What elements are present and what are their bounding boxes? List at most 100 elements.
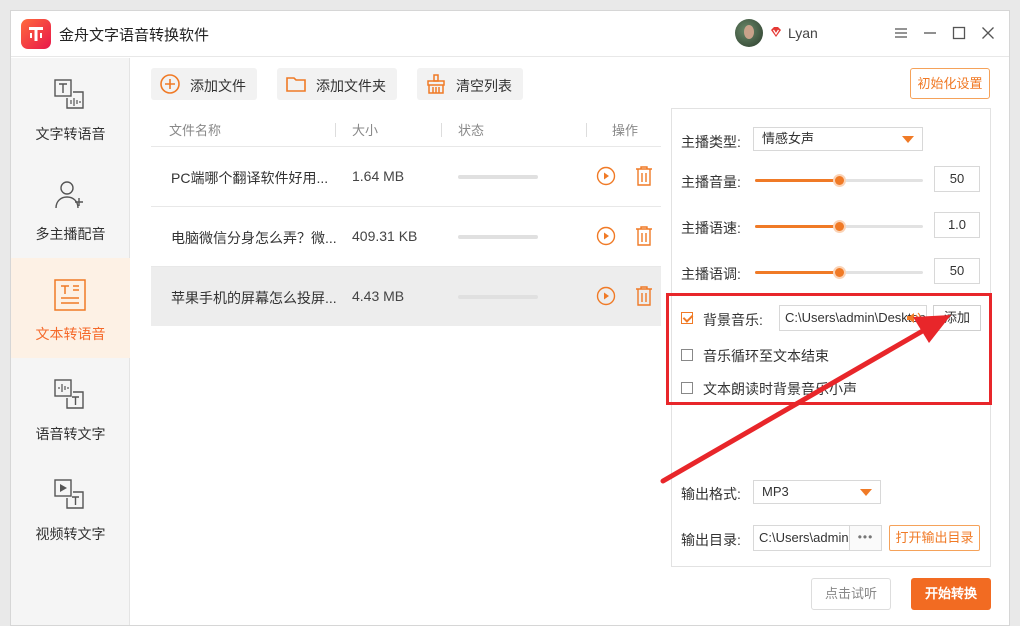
slider-handle[interactable]: [835, 222, 844, 231]
format-select[interactable]: MP3: [753, 480, 881, 504]
format-value: MP3: [762, 484, 789, 499]
minimize-icon[interactable]: [916, 19, 944, 47]
speed-value[interactable]: 1.0: [934, 212, 980, 238]
plus-circle-icon: [160, 74, 180, 94]
trash-icon[interactable]: [634, 165, 654, 187]
output-dir-value: C:\Users\admin: [759, 530, 849, 545]
bgm-checkbox[interactable]: [681, 312, 693, 324]
duck-label: 文本朗读时背景音乐小声: [703, 381, 857, 397]
title-bar: 金舟文字语音转换软件 Lyan: [11, 11, 1009, 57]
anchor-type-select[interactable]: 情感女声: [753, 127, 923, 151]
trash-icon[interactable]: [634, 225, 654, 247]
sidebar-item-document-to-speech[interactable]: 文本转语音: [11, 258, 130, 358]
output-dir-field[interactable]: C:\Users\admin: [753, 525, 850, 551]
app-logo-icon: [21, 19, 51, 49]
loop-label: 音乐循环至文本结束: [703, 348, 829, 364]
bgm-label: 背景音乐:: [703, 312, 763, 328]
sidebar: 文字转语音 多主播配音 文本转语音 语音转文字 视频转文字: [11, 58, 130, 625]
table-row[interactable]: 苹果手机的屏幕怎么投屏... 4.43 MB: [151, 266, 661, 326]
add-file-button[interactable]: 添加文件: [151, 68, 257, 100]
format-label: 输出格式:: [681, 486, 741, 502]
conversion-progress: [458, 175, 538, 179]
header-actions: 操作: [612, 123, 639, 138]
header-divider: [441, 123, 442, 137]
pitch-label: 主播语调:: [681, 266, 741, 282]
clear-list-label: 清空列表: [456, 78, 512, 94]
chevron-down-icon: [860, 489, 872, 496]
table-header: 文件名称 大小 状态 操作: [151, 113, 661, 143]
slider-handle[interactable]: [835, 268, 844, 277]
folder-icon: [286, 77, 306, 92]
speaker-icon[interactable]: [906, 311, 922, 325]
bgm-add-button[interactable]: 添加: [933, 305, 981, 331]
broom-icon: [427, 74, 445, 94]
slider-fill: [755, 179, 839, 182]
sidebar-item-label: 文字转语音: [35, 126, 106, 142]
anchor-type-value: 情感女声: [762, 131, 815, 146]
conversion-progress: [458, 235, 538, 239]
browse-dir-button[interactable]: •••: [850, 525, 882, 551]
add-file-label: 添加文件: [190, 78, 246, 94]
reset-settings-button[interactable]: 初始化设置: [910, 68, 990, 99]
document-to-speech-icon: [54, 279, 86, 311]
play-icon[interactable]: [596, 286, 616, 306]
sidebar-item-label: 语音转文字: [35, 426, 106, 442]
bgm-path-value: C:\Users\admin\Desktop: [785, 310, 926, 325]
anchor-type-label: 主播类型:: [681, 134, 741, 150]
file-name: 苹果手机的屏幕怎么投屏...: [171, 290, 337, 306]
loop-checkbox[interactable]: [681, 349, 693, 361]
avatar[interactable]: [735, 19, 763, 47]
volume-value[interactable]: 50: [934, 166, 980, 192]
file-size: 409.31 KB: [352, 228, 418, 244]
sidebar-item-label: 多主播配音: [35, 226, 106, 242]
slider-fill: [755, 271, 839, 274]
preview-listen-button[interactable]: 点击试听: [811, 578, 891, 610]
slider-handle[interactable]: [835, 176, 844, 185]
file-size: 4.43 MB: [352, 288, 405, 304]
header-divider: [586, 123, 587, 137]
volume-slider[interactable]: [755, 172, 923, 188]
start-convert-button[interactable]: 开始转换: [911, 578, 991, 610]
add-folder-button[interactable]: 添加文件夹: [277, 68, 397, 100]
app-window: 金舟文字语音转换软件 Lyan 文字转语音 多主播配音 文本转语音 语音转文字 …: [10, 10, 1010, 626]
duck-checkbox[interactable]: [681, 382, 693, 394]
open-output-dir-button[interactable]: 打开输出目录: [889, 525, 980, 551]
pitch-slider[interactable]: [755, 264, 923, 280]
multi-speaker-icon: [55, 181, 83, 209]
header-size: 大小: [352, 123, 379, 138]
sidebar-item-video-to-text[interactable]: 视频转文字: [11, 458, 130, 558]
video-to-text-icon: [54, 479, 84, 509]
slider-fill: [755, 225, 839, 228]
conversion-progress: [458, 295, 538, 299]
sidebar-item-text-to-speech[interactable]: 文字转语音: [11, 58, 130, 158]
pitch-value[interactable]: 50: [934, 258, 980, 284]
sidebar-item-label: 视频转文字: [35, 526, 106, 542]
speed-label: 主播语速:: [681, 220, 741, 236]
close-icon[interactable]: [974, 19, 1002, 47]
table-row[interactable]: 电脑微信分身怎么弄？微... 409.31 KB: [151, 206, 661, 266]
play-icon[interactable]: [596, 226, 616, 246]
header-divider: [335, 123, 336, 137]
header-status: 状态: [458, 123, 485, 138]
volume-label: 主播音量:: [681, 174, 741, 190]
file-name: PC端哪个翻译软件好用...: [171, 170, 329, 186]
table-row[interactable]: PC端哪个翻译软件好用... 1.64 MB: [151, 146, 661, 206]
file-size: 1.64 MB: [352, 168, 405, 184]
speech-to-text-icon: [54, 379, 84, 409]
sidebar-item-label: 文本转语音: [35, 326, 106, 342]
chevron-down-icon: [902, 136, 914, 143]
maximize-icon[interactable]: [945, 19, 973, 47]
username[interactable]: Lyan: [788, 25, 818, 41]
play-icon[interactable]: [596, 166, 616, 186]
clear-list-button[interactable]: 清空列表: [417, 68, 523, 100]
speed-slider[interactable]: [755, 218, 923, 234]
trash-icon[interactable]: [634, 285, 654, 307]
add-folder-label: 添加文件夹: [316, 78, 386, 94]
header-name: 文件名称: [169, 123, 222, 138]
bgm-path-field[interactable]: C:\Users\admin\Desktop: [779, 305, 927, 331]
sidebar-item-speech-to-text[interactable]: 语音转文字: [11, 358, 130, 458]
sidebar-item-multi-speaker[interactable]: 多主播配音: [11, 158, 130, 258]
app-title: 金舟文字语音转换软件: [59, 27, 210, 44]
vip-diamond-icon: [771, 27, 781, 37]
menu-icon[interactable]: [887, 19, 915, 47]
